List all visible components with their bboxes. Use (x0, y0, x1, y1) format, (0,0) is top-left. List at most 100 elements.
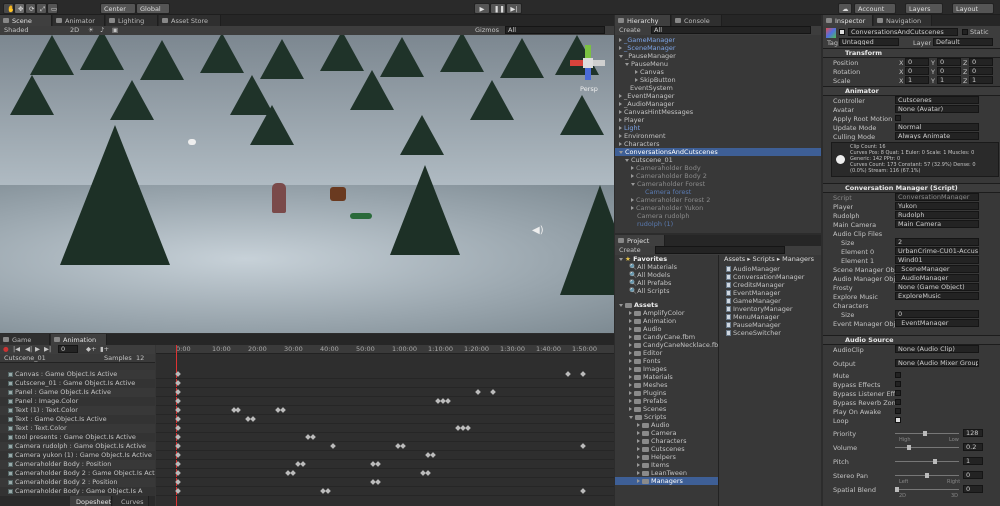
animation-track[interactable]: tool presents : Game Object.Is Active (0, 433, 155, 442)
conversation-field-value[interactable]: Main Camera (895, 220, 979, 228)
transform-z-field[interactable]: 0 (969, 67, 993, 75)
hierarchy-create-dropdown[interactable]: Create (619, 26, 641, 34)
animator-header[interactable]: Animator (823, 86, 1000, 96)
keyframe[interactable] (175, 434, 181, 440)
root-motion-checkbox[interactable] (895, 115, 901, 121)
pause-button[interactable]: ❚❚ (490, 3, 506, 14)
project-folder[interactable]: Plugins (615, 389, 718, 397)
tab-hierarchy[interactable]: Hierarchy (615, 15, 671, 26)
hierarchy-item[interactable]: Cutscene_01 (615, 156, 821, 164)
transform-z-field[interactable]: 1 (969, 76, 993, 84)
hierarchy-item[interactable]: EventSystem (615, 84, 821, 92)
pitch-slider[interactable] (895, 459, 959, 464)
animation-track[interactable]: Canvas : Game Object.Is Active (0, 370, 155, 379)
pitch-value[interactable]: 1 (963, 457, 983, 465)
spatial-blend-slider[interactable] (895, 487, 959, 492)
keyframe[interactable] (280, 407, 286, 413)
favorite-item[interactable]: 🔍All Scripts (615, 287, 718, 295)
priority-slider[interactable] (895, 431, 959, 436)
culling-mode-dropdown[interactable]: Always Animate (895, 132, 979, 140)
transform-x-field[interactable]: 0 (905, 58, 929, 66)
project-folder[interactable]: Scenes (615, 405, 718, 413)
hierarchy-item[interactable]: Cameraholder Forest 2 (615, 196, 821, 204)
project-search-input[interactable] (655, 246, 785, 254)
hand-tool-button[interactable]: ✋ (3, 3, 14, 14)
audio-toggle-checkbox[interactable] (895, 408, 901, 414)
keyframe[interactable] (425, 470, 431, 476)
character-yukon[interactable] (272, 183, 286, 213)
tab-navigation[interactable]: Navigation (874, 15, 932, 26)
keyframe[interactable] (465, 425, 471, 431)
light-toggle-icon[interactable]: ☀ (88, 26, 94, 34)
project-create-dropdown[interactable]: Create (619, 246, 641, 254)
hierarchy-search-input[interactable]: All (651, 26, 811, 34)
step-button[interactable]: ▶| (506, 3, 522, 14)
animation-track[interactable]: Text : Text.Color (0, 424, 155, 433)
keyframe[interactable] (175, 380, 181, 386)
rect-tool-button[interactable]: ▭ (47, 3, 58, 14)
conversation-manager-header[interactable]: Conversation Manager (Script) (823, 183, 1000, 193)
conversation-field-value[interactable]: _AudioManager (895, 274, 979, 282)
keyframe[interactable] (175, 443, 181, 449)
layer-dropdown[interactable]: Default (933, 38, 993, 46)
keyframe[interactable] (580, 371, 586, 377)
hierarchy-item[interactable]: _EventManager (615, 92, 821, 100)
hierarchy-item[interactable]: Cameraholder Body 2 (615, 172, 821, 180)
project-folder[interactable]: Prefabs (615, 397, 718, 405)
keyframe[interactable] (490, 389, 496, 395)
animation-track[interactable]: Cameraholder Body 2 : Position (0, 478, 155, 487)
tab-project[interactable]: Project (615, 235, 665, 246)
transform-y-field[interactable]: 1 (937, 76, 961, 84)
event-manager-field[interactable]: _EventManager (895, 319, 979, 327)
dopesheet-area[interactable]: 0:00 10:00 20:00 30:00 40:00 50:00 1:00:00 1:10… (156, 345, 614, 506)
keyframe[interactable] (175, 416, 181, 422)
stereo-pan-value[interactable]: 0 (963, 471, 983, 479)
audioclip-field[interactable]: None (Audio Clip) (895, 345, 979, 353)
keyframe[interactable] (175, 425, 181, 431)
keyframe-lane[interactable] (156, 379, 614, 388)
project-folder[interactable]: Editor (615, 349, 718, 357)
keyframe[interactable] (310, 434, 316, 440)
samples-value[interactable]: 12 (136, 354, 144, 362)
favorites-header[interactable]: ★ Favorites (615, 255, 718, 263)
assets-header[interactable]: Assets (615, 301, 718, 309)
keyframe[interactable] (375, 479, 381, 485)
keyframe[interactable] (175, 479, 181, 485)
project-folder[interactable]: Cutscenes (615, 445, 718, 453)
project-file[interactable]: CreditsManager (720, 281, 821, 289)
keyframe[interactable] (325, 488, 331, 494)
output-field[interactable]: None (Audio Mixer Group) (895, 359, 979, 367)
hierarchy-item[interactable]: Cameraholder Body (615, 164, 821, 172)
conversation-field-value[interactable]: ExploreMusic (895, 292, 979, 300)
project-file[interactable]: MenuManager (720, 313, 821, 321)
hierarchy-item[interactable]: rudolph (1) (615, 220, 821, 228)
animation-track[interactable]: Cutscene_01 : Game Object.Is Active (0, 379, 155, 388)
tab-animation[interactable]: Animation (51, 334, 107, 345)
pivot-center-button[interactable]: Center (100, 3, 136, 14)
audio-source-header[interactable]: Audio Source (823, 335, 1000, 345)
tab-scene[interactable]: Scene (0, 15, 52, 26)
keyframe-lane[interactable] (156, 442, 614, 451)
project-folder[interactable]: Managers (615, 477, 718, 485)
hierarchy-item[interactable]: _AudioManager (615, 100, 821, 108)
audio-toggle-checkbox[interactable] (895, 390, 901, 396)
hierarchy-item[interactable]: Light (615, 124, 821, 132)
project-breadcrumb[interactable]: Assets ▸ Scripts ▸ Managers (720, 255, 821, 263)
keyframe[interactable] (175, 452, 181, 458)
animation-track[interactable]: Camera yukon (1) : Game Object.Is Active (0, 451, 155, 460)
project-file[interactable]: ConversationManager (720, 273, 821, 281)
project-folder[interactable]: CandyCane.fbm (615, 333, 718, 341)
stereo-pan-slider[interactable] (895, 473, 959, 478)
animation-track[interactable]: Cameraholder Body : Position (0, 460, 155, 469)
project-folder[interactable]: Helpers (615, 453, 718, 461)
controller-field[interactable]: Cutscenes (895, 96, 979, 104)
project-folder[interactable]: Audio (615, 325, 718, 333)
first-frame-button[interactable]: |◀ (13, 345, 20, 353)
project-folder[interactable]: Images (615, 365, 718, 373)
keyframe-lane[interactable] (156, 469, 614, 478)
play-clip-button[interactable]: ▶ (35, 345, 40, 353)
add-event-icon[interactable]: ▮+ (100, 345, 109, 353)
keyframe[interactable] (175, 488, 181, 494)
project-folder[interactable]: LeanTween (615, 469, 718, 477)
hierarchy-item[interactable]: Cameraholder Forest (615, 180, 821, 188)
